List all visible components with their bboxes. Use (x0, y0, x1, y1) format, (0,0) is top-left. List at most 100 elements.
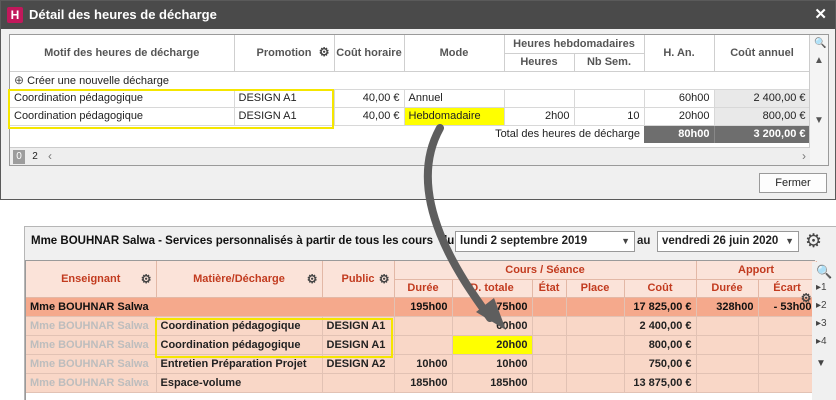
cell-matiere[interactable]: Coordination pédagogique (156, 335, 323, 355)
page-tab-2[interactable]: 2 (29, 150, 41, 164)
cell-duree (394, 316, 453, 336)
close-button[interactable]: Fermer (759, 173, 827, 193)
rail-level-4[interactable]: ▸4 (816, 336, 827, 347)
col-matiere[interactable]: Matière/Décharge ⚙ (156, 261, 323, 298)
gear-icon[interactable]: ⚙ (801, 291, 812, 305)
cell-mode[interactable]: Hebdomadaire (404, 107, 505, 126)
gear-icon[interactable]: ⚙ (319, 45, 330, 59)
cell-enseignant[interactable]: Mme BOUHNAR Salwa (26, 335, 157, 355)
chevron-right-icon[interactable]: › (802, 149, 806, 163)
cell-enseignant[interactable]: Mme BOUHNAR Salwa (26, 316, 157, 336)
cell-cout-annuel: 800,00 € (714, 107, 811, 126)
chevron-left-icon[interactable]: ‹ (48, 149, 52, 163)
chevron-down-icon[interactable]: ▼ (814, 115, 824, 126)
cell-enseignant[interactable]: Mme BOUHNAR Salwa (26, 373, 157, 393)
cell-d-totale: 185h00 (452, 373, 533, 393)
cell-public[interactable]: DESIGN A1 (322, 335, 395, 355)
cell-public[interactable]: DESIGN A2 (322, 354, 395, 374)
col-d-totale[interactable]: D. totale (452, 279, 533, 298)
close-icon[interactable]: ✕ (814, 5, 827, 23)
gear-icon[interactable]: ⚙ (805, 230, 822, 253)
services-grid: Enseignant ⚙ Matière/Décharge ⚙ Public ⚙ Co… (25, 260, 817, 400)
cell-apport-duree (696, 316, 759, 336)
col-heures[interactable]: Heures (504, 53, 575, 72)
col-mode[interactable]: Mode (404, 35, 505, 72)
col-ecart[interactable]: Écart ⚙ (758, 279, 817, 305)
cell-matiere[interactable]: Espace-volume (156, 373, 323, 393)
cell-enseignant[interactable]: Mme BOUHNAR Salwa (26, 297, 395, 317)
cell-matiere[interactable]: Coordination pédagogique (156, 316, 323, 336)
cell-d-totale: 20h00 (452, 335, 533, 355)
create-decharge-link[interactable]: ⊕ Créer une nouvelle décharge (10, 71, 810, 90)
cell-mode[interactable]: Annuel (404, 89, 505, 108)
cell-cout: 13 875,00 € (624, 373, 697, 393)
col-enseignant[interactable]: Enseignant ⚙ (26, 261, 157, 298)
rail-level-1-label: 1 (821, 282, 827, 293)
chevron-down-icon[interactable]: ▼ (816, 358, 826, 369)
col-public[interactable]: Public ⚙ (322, 261, 395, 298)
cell-place (566, 297, 625, 317)
page-tab-0[interactable]: 0 (13, 150, 25, 164)
table-row[interactable]: Mme BOUHNAR Salwa 195h00 275h00 17 825,0… (26, 297, 817, 317)
cell-cout: 2 400,00 € (624, 316, 697, 336)
table-row[interactable]: Mme BOUHNAR Salwa Coordination pédagogiq… (26, 316, 817, 336)
grid-footer: 0 2 ‹ › (10, 147, 810, 165)
cell-matiere[interactable]: Entretien Préparation Projet (156, 354, 323, 374)
col-place[interactable]: Place (566, 279, 625, 298)
cell-cout-horaire[interactable]: 40,00 € (334, 89, 405, 108)
table-row[interactable]: Mme BOUHNAR Salwa Coordination pédagogiq… (26, 335, 817, 355)
gear-icon[interactable]: ⚙ (307, 272, 318, 286)
rail-level-1[interactable]: ▸1 (816, 282, 827, 293)
cell-nb-sem[interactable] (574, 89, 645, 108)
col-promotion[interactable]: Promotion ⚙ (234, 35, 335, 72)
cell-nb-sem[interactable]: 10 (574, 107, 645, 126)
col-cout-annuel[interactable]: Coût annuel (714, 35, 811, 72)
cell-public[interactable] (322, 373, 395, 393)
table-row[interactable]: Mme BOUHNAR Salwa Entretien Préparation … (26, 354, 817, 374)
cell-etat (532, 373, 567, 393)
date-from-select[interactable]: lundi 2 septembre 2019 ▼ (455, 231, 635, 252)
col-heures-hebdo[interactable]: Heures hebdomadaires (504, 35, 645, 54)
cell-enseignant[interactable]: Mme BOUHNAR Salwa (26, 354, 157, 374)
cell-cout-horaire[interactable]: 40,00 € (334, 107, 405, 126)
cell-cout: 750,00 € (624, 354, 697, 374)
search-icon[interactable]: 🔍 (814, 38, 826, 49)
col-apport-duree[interactable]: Durée (696, 279, 759, 298)
cell-heures[interactable]: 2h00 (504, 107, 575, 126)
cell-etat (532, 316, 567, 336)
col-cours-seance[interactable]: Cours / Séance (394, 261, 697, 280)
rail-level-3[interactable]: ▸3 (816, 318, 827, 329)
table-row[interactable]: Coordination pédagogique DESIGN A1 40,00… (10, 107, 811, 126)
col-cout[interactable]: Coût (624, 279, 697, 298)
cell-apport-duree: 328h00 (696, 297, 759, 317)
cell-ecart (758, 373, 817, 393)
col-enseignant-label: Enseignant (61, 272, 121, 285)
cell-motif[interactable]: Coordination pédagogique (10, 107, 235, 126)
vertical-scrollbar[interactable]: 🔍 ▲ ▼ (809, 35, 828, 165)
col-etat[interactable]: État (532, 279, 567, 298)
col-cout-horaire[interactable]: Coût horaire (334, 35, 405, 72)
app-logo-icon: H (7, 7, 23, 23)
cell-apport-duree (696, 354, 759, 374)
cell-promotion[interactable]: DESIGN A1 (234, 107, 335, 126)
gear-icon[interactable]: ⚙ (141, 272, 152, 286)
table-row[interactable]: Coordination pédagogique DESIGN A1 40,00… (10, 89, 811, 108)
cell-cout: 800,00 € (624, 335, 697, 355)
cell-motif[interactable]: Coordination pédagogique (10, 89, 235, 108)
rail-level-4-label: 4 (821, 336, 827, 347)
search-icon[interactable]: 🔍 (816, 264, 832, 280)
col-apport[interactable]: Apport (696, 261, 817, 280)
col-motif[interactable]: Motif des heures de décharge (10, 35, 235, 72)
cell-promotion[interactable]: DESIGN A1 (234, 89, 335, 108)
cell-heures[interactable] (504, 89, 575, 108)
table-row[interactable]: Mme BOUHNAR Salwa Espace-volume 185h00 1… (26, 373, 817, 393)
date-to-select[interactable]: vendredi 26 juin 2020 ▼ (657, 231, 799, 252)
gear-icon[interactable]: ⚙ (379, 272, 390, 286)
chevron-up-icon[interactable]: ▲ (814, 55, 824, 66)
col-nb-sem[interactable]: Nb Sem. (574, 53, 645, 72)
rail-level-2[interactable]: ▸2 (816, 300, 827, 311)
cell-public[interactable]: DESIGN A1 (322, 316, 395, 336)
col-duree[interactable]: Durée (394, 279, 453, 298)
col-h-an[interactable]: H. An. (644, 35, 715, 72)
du-label: du (440, 235, 455, 247)
